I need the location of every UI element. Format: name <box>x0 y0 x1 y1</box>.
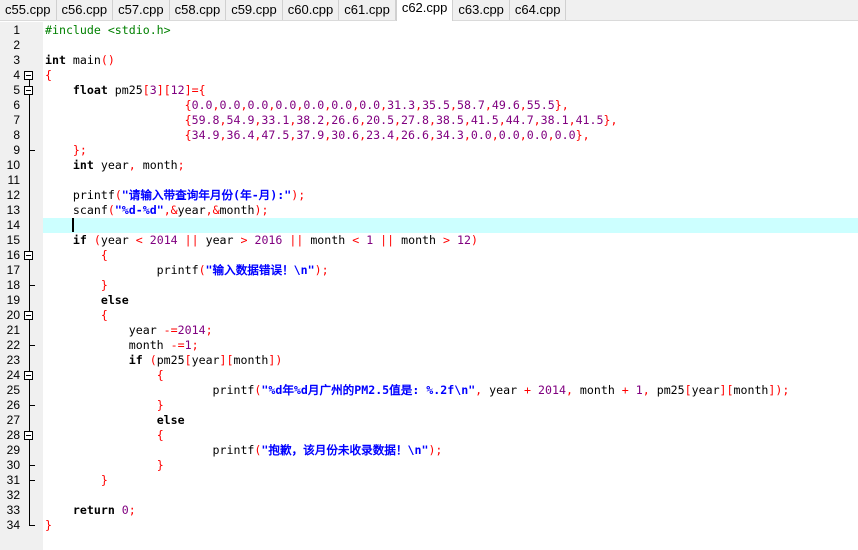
tab-c58-cpp[interactable]: c58.cpp <box>170 0 227 20</box>
line-number-gutter: 1 2 3 4 5 6 7 8 9 10 11 12 13 14 15 16 17 18 19 20 21 22 23 24 2… <box>0 22 43 550</box>
line-number: 20 <box>6 308 20 322</box>
code-line[interactable]: { <box>45 428 858 443</box>
code-line[interactable]: printf("%d年%d月广州的PM2.5值是: %.2f\n", year … <box>45 383 858 398</box>
code-line[interactable]: {0.0,0.0,0.0,0.0,0.0,0.0,0.0,31.3,35.5,5… <box>45 98 858 113</box>
line-number: 26 <box>6 398 20 412</box>
code-line[interactable]: if (year < 2014 || year > 2016 || month … <box>45 233 858 248</box>
line-number: 16 <box>6 248 20 262</box>
code-line[interactable]: int main() <box>45 53 858 68</box>
code-line[interactable]: { <box>45 308 858 323</box>
line-number: 29 <box>6 443 20 457</box>
line-number: 31 <box>6 473 20 487</box>
code-editor[interactable]: 1 2 3 4 5 6 7 8 9 10 11 12 13 14 15 16 17 18 19 20 21 22 23 24 2… <box>0 22 858 550</box>
line-number: 12 <box>6 188 20 202</box>
code-line[interactable]: {34.9,36.4,47.5,37.9,30.6,23.4,26.6,34.3… <box>45 128 858 143</box>
fold-end-marker <box>29 150 35 151</box>
code-line[interactable]: float pm25[3][12]={ <box>45 83 858 98</box>
code-line[interactable] <box>45 173 858 188</box>
code-line[interactable]: else <box>45 413 858 428</box>
line-number: 3 <box>13 53 20 67</box>
fold-collapse-icon[interactable] <box>24 371 33 380</box>
tab-c64-cpp[interactable]: c64.cpp <box>510 0 567 20</box>
fold-collapse-icon[interactable] <box>24 71 33 80</box>
code-line[interactable]: } <box>45 458 858 473</box>
code-line[interactable]: } <box>45 518 858 533</box>
code-line[interactable]: year -=2014; <box>45 323 858 338</box>
code-line[interactable]: } <box>45 473 858 488</box>
code-line[interactable]: }; <box>45 143 858 158</box>
line-number: 13 <box>6 203 20 217</box>
fold-collapse-icon[interactable] <box>24 311 33 320</box>
line-number: 18 <box>6 278 20 292</box>
code-line[interactable]: printf("输入数据错误！\n"); <box>45 263 858 278</box>
tab-c62-cpp[interactable]: c62.cpp <box>395 0 454 21</box>
code-line[interactable]: printf("请输入带查询年月份(年-月):"); <box>45 188 858 203</box>
code-line[interactable]: scanf("%d-%d",&year,&month); <box>45 203 858 218</box>
tab-c63-cpp[interactable]: c63.cpp <box>453 0 510 20</box>
line-number: 21 <box>6 323 20 337</box>
line-number: 4 <box>13 68 20 82</box>
line-number: 25 <box>6 383 20 397</box>
fold-end-marker <box>29 525 35 526</box>
code-line[interactable]: printf("抱歉，该月份未收录数据！\n"); <box>45 443 858 458</box>
line-number: 33 <box>6 503 20 517</box>
fold-end-marker <box>29 285 35 286</box>
line-number: 24 <box>6 368 20 382</box>
line-number: 7 <box>13 113 20 127</box>
code-line[interactable]: } <box>45 398 858 413</box>
fold-collapse-icon[interactable] <box>24 86 33 95</box>
fold-end-marker <box>29 405 35 406</box>
tab-c59-cpp[interactable]: c59.cpp <box>226 0 283 20</box>
fold-end-marker <box>29 480 35 481</box>
fold-guide <box>29 75 30 525</box>
line-number: 8 <box>13 128 20 142</box>
line-number: 1 <box>13 23 20 37</box>
code-line[interactable]: return 0; <box>45 503 858 518</box>
tab-c61-cpp[interactable]: c61.cpp <box>339 0 396 20</box>
fold-end-marker <box>29 465 35 466</box>
code-line[interactable]: { <box>45 68 858 83</box>
code-line[interactable]: else <box>45 293 858 308</box>
line-number: 17 <box>6 263 20 277</box>
line-number: 30 <box>6 458 20 472</box>
line-number: 22 <box>6 338 20 352</box>
line-number: 11 <box>7 173 20 187</box>
code-line[interactable] <box>43 218 858 233</box>
tab-c55-cpp[interactable]: c55.cpp <box>0 0 57 20</box>
line-number: 34 <box>6 518 20 532</box>
code-line[interactable]: if (pm25[year][month]) <box>45 353 858 368</box>
fold-collapse-icon[interactable] <box>24 431 33 440</box>
line-number: 27 <box>6 413 20 427</box>
line-number: 9 <box>13 143 20 157</box>
code-line[interactable]: { <box>45 368 858 383</box>
line-number: 32 <box>6 488 20 502</box>
line-number: 14 <box>6 218 20 232</box>
fold-collapse-icon[interactable] <box>24 251 33 260</box>
code-line[interactable]: int year, month; <box>45 158 858 173</box>
code-line[interactable]: #include <stdio.h> <box>45 23 858 38</box>
line-number: 2 <box>13 38 20 52</box>
line-number: 28 <box>6 428 20 442</box>
code-line[interactable]: } <box>45 278 858 293</box>
code-line[interactable] <box>45 38 858 53</box>
file-tab-bar: c55.cpp c56.cpp c57.cpp c58.cpp c59.cpp c60.c… <box>0 0 858 21</box>
text-caret <box>72 218 74 232</box>
line-number: 15 <box>6 233 20 247</box>
line-number: 19 <box>6 293 20 307</box>
line-number: 10 <box>6 158 20 172</box>
line-number: 5 <box>13 83 20 97</box>
line-number: 6 <box>13 98 20 112</box>
fold-end-marker <box>29 345 35 346</box>
line-number: 23 <box>6 353 20 367</box>
tab-c57-cpp[interactable]: c57.cpp <box>113 0 170 20</box>
code-line[interactable]: {59.8,54.9,33.1,38.2,26.6,20.5,27.8,38.5… <box>45 113 858 128</box>
code-line[interactable]: { <box>45 248 858 263</box>
code-line[interactable]: month -=1; <box>45 338 858 353</box>
tab-c56-cpp[interactable]: c56.cpp <box>57 0 114 20</box>
tab-c60-cpp[interactable]: c60.cpp <box>283 0 340 20</box>
code-line[interactable] <box>45 488 858 503</box>
